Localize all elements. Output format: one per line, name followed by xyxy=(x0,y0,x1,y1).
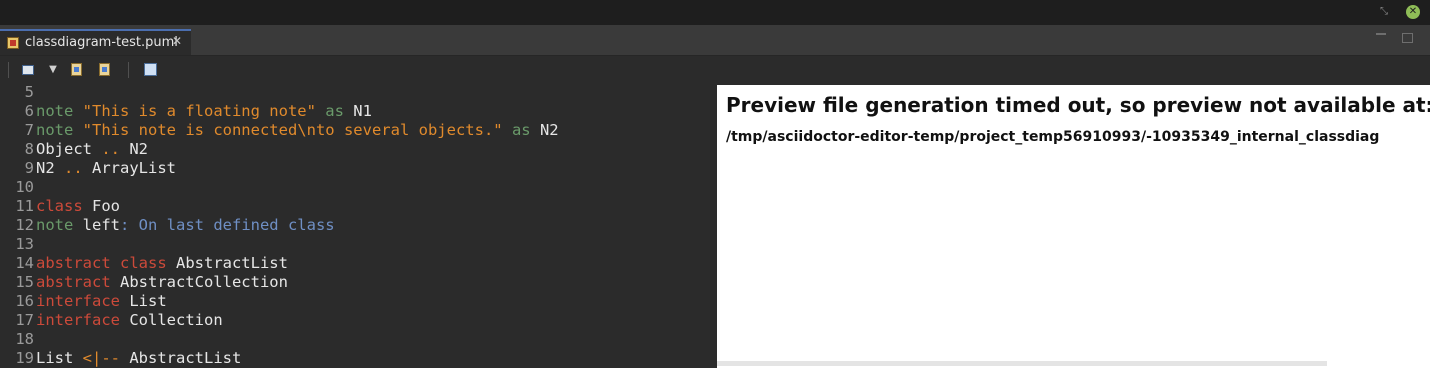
horizontal-scrollbar[interactable] xyxy=(717,361,1327,366)
code-token: note xyxy=(36,216,74,234)
line-number: 9 xyxy=(24,159,34,177)
code-token: class xyxy=(36,197,83,215)
grid-icon[interactable] xyxy=(20,61,38,79)
code-text: N2 .. ArrayList xyxy=(34,159,176,178)
chevron-down-icon[interactable]: ▼ xyxy=(44,61,62,79)
code-token: Foo xyxy=(82,197,120,215)
code-line: 14 abstract class AbstractList xyxy=(0,254,288,273)
code-token: AbstractList xyxy=(166,254,288,272)
code-token: interface xyxy=(36,292,120,310)
code-line: 19 List <|-- AbstractList xyxy=(0,349,241,368)
export-icon[interactable] xyxy=(96,61,114,79)
code-line: 5 xyxy=(0,84,36,102)
code-line: 8 Object .. N2 xyxy=(0,140,148,159)
line-number: 14 xyxy=(15,254,34,272)
code-token: interface xyxy=(36,311,120,329)
code-text: class Foo xyxy=(34,197,120,216)
editor-tab-bar: classdiagram-test.puml ✕ xyxy=(0,25,1430,56)
editor-toolbar: ▼ xyxy=(0,56,1430,84)
code-token: note xyxy=(36,102,83,120)
code-text: Object .. N2 xyxy=(34,140,148,159)
code-token: N2 xyxy=(539,121,559,139)
code-token: abstract xyxy=(36,273,111,291)
code-text: note "This is a floating note" as N1 xyxy=(34,102,372,121)
code-token: Collection xyxy=(120,311,223,329)
code-token: AbstractList xyxy=(120,349,242,367)
code-line: 15 abstract AbstractCollection xyxy=(0,273,288,292)
preview-path: /tmp/asciidoctor-editor-temp/project_tem… xyxy=(726,129,1380,145)
import-icon[interactable] xyxy=(68,61,86,79)
refresh-icon[interactable] xyxy=(142,61,160,79)
code-text: interface Collection xyxy=(34,311,223,330)
code-token: abstract class xyxy=(36,254,167,272)
line-number: 16 xyxy=(15,292,34,310)
toolbar-separator xyxy=(128,62,129,78)
toolbar-separator xyxy=(8,62,9,78)
line-number: 15 xyxy=(15,273,34,291)
close-icon[interactable]: ✕ xyxy=(1406,5,1420,19)
line-number: 7 xyxy=(24,121,34,139)
code-token: N2 xyxy=(36,159,64,177)
code-token: N2 xyxy=(120,140,148,158)
line-number: 5 xyxy=(24,84,34,101)
preview-heading: Preview file generation timed out, so pr… xyxy=(726,93,1430,117)
line-number: 13 xyxy=(15,235,34,253)
code-token: <|-- xyxy=(82,349,120,367)
tab-label: classdiagram-test.puml xyxy=(25,35,178,50)
code-text: abstract class AbstractList xyxy=(34,254,288,273)
tab-classdiagram-test[interactable]: classdiagram-test.puml ✕ xyxy=(0,29,191,55)
code-token: List xyxy=(36,349,83,367)
code-token: .. xyxy=(64,159,83,177)
line-number: 10 xyxy=(15,178,34,196)
code-token: note xyxy=(36,121,83,139)
code-text: note "This note is connected\nto several… xyxy=(34,121,559,140)
line-number: 11 xyxy=(15,197,34,215)
code-line: 7 note "This note is connected\nto severa… xyxy=(0,121,559,140)
puml-file-icon xyxy=(7,37,19,49)
code-token: .. xyxy=(101,140,120,158)
code-token: : On last defined class xyxy=(120,216,335,234)
code-line: 9 N2 .. ArrayList xyxy=(0,159,176,178)
code-token: "This is a floating note" xyxy=(82,102,316,120)
code-token: Object xyxy=(36,140,102,158)
close-icon[interactable]: ✕ xyxy=(172,34,182,48)
code-line: 6 note "This is a floating note" as N1 xyxy=(0,102,372,121)
code-line: 17 interface Collection xyxy=(0,311,223,330)
code-line: 18 xyxy=(0,330,36,349)
code-token: as xyxy=(315,102,354,120)
code-line: 12 note left: On last defined class xyxy=(0,216,335,235)
line-number: 17 xyxy=(15,311,34,329)
code-token: ArrayList xyxy=(82,159,176,177)
window-titlebar: ⤡ ✕ xyxy=(0,0,1430,25)
line-number: 19 xyxy=(15,349,34,367)
code-token: List xyxy=(120,292,167,310)
code-token: left xyxy=(73,216,120,234)
code-text: abstract AbstractCollection xyxy=(34,273,288,292)
code-line: 13 xyxy=(0,235,36,254)
preview-panel: Preview file generation timed out, so pr… xyxy=(717,85,1430,368)
maximize-icon[interactable] xyxy=(1402,33,1413,43)
code-line: 16 interface List xyxy=(0,292,167,311)
code-editor[interactable]: 5 6 note "This is a floating note" as N1 7 n… xyxy=(0,84,716,368)
code-text: List <|-- AbstractList xyxy=(34,349,241,368)
code-token: N1 xyxy=(353,102,372,120)
code-token: "This note is connected\nto several obje… xyxy=(82,121,503,139)
code-text: interface List xyxy=(34,292,167,311)
line-number: 12 xyxy=(15,216,34,234)
code-text: note left: On last defined class xyxy=(34,216,335,235)
code-token: AbstractCollection xyxy=(110,273,288,291)
line-number: 8 xyxy=(24,140,34,158)
restore-icon[interactable]: ⤡ xyxy=(1378,6,1390,18)
code-line: 10 xyxy=(0,178,36,197)
line-number: 6 xyxy=(24,102,34,120)
line-number: 18 xyxy=(15,330,34,348)
code-token: as xyxy=(502,121,540,139)
minimize-icon[interactable] xyxy=(1376,33,1386,35)
code-line: 11 class Foo xyxy=(0,197,120,216)
